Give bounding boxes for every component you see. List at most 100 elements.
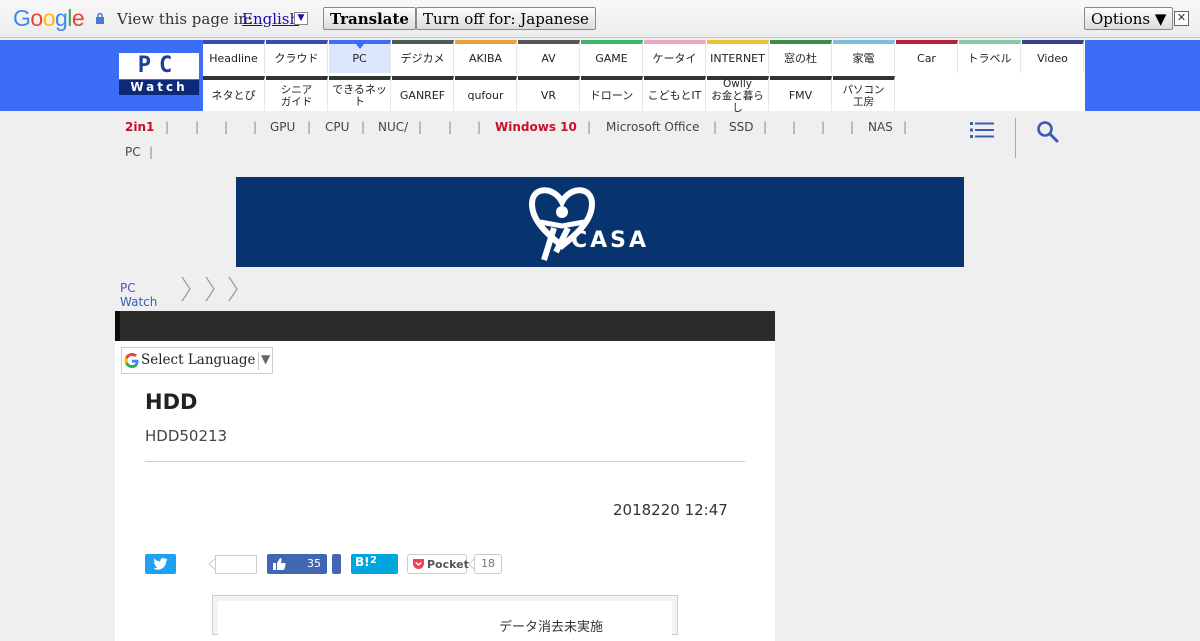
pocket-button[interactable]: Pocket	[407, 554, 469, 574]
separator: |	[713, 120, 718, 134]
nav-tab-row2-7[interactable]: こどもとIT	[644, 76, 706, 111]
nav-tab-row2-0[interactable]: ネタとぴ	[203, 76, 265, 111]
language-select-label: Select Language	[141, 352, 256, 368]
nav-tab-label: GANREF	[399, 88, 446, 102]
nav-tab-row2-2[interactable]: できるネット	[329, 76, 391, 111]
article-title: HDD	[145, 390, 198, 414]
options-button[interactable]: Options ▼	[1084, 7, 1174, 30]
topic-2in1[interactable]: 2in1	[125, 120, 154, 134]
nav-tab-label: Car	[917, 51, 936, 65]
nav-tab-8[interactable]: INTERNET	[707, 40, 769, 73]
nav-tab-label: AV	[541, 51, 556, 65]
nav-tab-row2-6[interactable]: ドローン	[581, 76, 643, 111]
category-nav: Headline クラウド PC デジカメ AKIBA AV GAME ケータイ INTERNE…	[203, 40, 1085, 114]
topic-gpu[interactable]: GPU	[270, 120, 295, 134]
google-g-icon	[124, 353, 139, 368]
translate-bar: Google View this page in: English ▼ Tran…	[0, 0, 1200, 38]
nav-tab-label: VR	[540, 88, 557, 102]
nav-tab-label: ケータイ	[652, 51, 697, 65]
close-icon[interactable]: ✕	[1174, 11, 1189, 26]
nav-tab-13[interactable]: Video	[1022, 40, 1084, 73]
menu-icon[interactable]	[970, 120, 994, 140]
turn-off-button[interactable]: Turn off for: Japanese	[416, 7, 596, 30]
nav-tab-5[interactable]: AV	[518, 40, 580, 73]
thumbs-up-icon	[273, 558, 286, 570]
twitter-share-button[interactable]	[145, 554, 176, 574]
separator: |	[253, 120, 258, 134]
divider	[1015, 118, 1016, 158]
breadcrumb-home[interactable]: PC Watch	[120, 281, 157, 309]
breadcrumb-chevron-icon	[205, 276, 215, 302]
translate-button[interactable]: Translate	[323, 7, 416, 30]
topic-nuc[interactable]: NUC/	[378, 120, 408, 134]
search-icon[interactable]	[1036, 120, 1060, 144]
nav-tab-row2-5[interactable]: VR	[518, 76, 580, 111]
topic-ssd[interactable]: SSD	[729, 120, 753, 134]
separator: |	[307, 120, 312, 134]
article-image[interactable]	[218, 601, 672, 636]
like-count: 35	[307, 557, 321, 570]
nav-tab-row2-3[interactable]: GANREF	[392, 76, 454, 111]
separator: |	[165, 120, 170, 134]
breadcrumb-chevron-icon	[228, 276, 238, 302]
topic-pc[interactable]: PC	[125, 145, 141, 159]
nav-tab-7[interactable]: ケータイ	[644, 40, 706, 73]
share-count-bubble	[215, 555, 257, 574]
nav-tab-4[interactable]: AKIBA	[455, 40, 517, 73]
separator: |	[448, 120, 453, 134]
google-logo: Google	[13, 5, 85, 31]
twitter-icon	[153, 558, 168, 570]
separator: |	[224, 120, 229, 134]
logo-pc-text: PC	[119, 53, 199, 79]
hatena-label: B!	[355, 555, 370, 569]
separator: |	[149, 145, 154, 159]
nav-tab-label: Owlly お金と暮らし	[711, 77, 764, 114]
separator: |	[850, 120, 855, 134]
separator: |	[763, 120, 768, 134]
language-dropdown-icon[interactable]: ▼	[294, 12, 308, 25]
nav-tab-label: qufour	[467, 88, 504, 102]
nav-tab-label: INTERNET	[710, 51, 765, 65]
nav-tab-12[interactable]: トラベル	[959, 40, 1021, 73]
language-select[interactable]: Select Language ▼	[121, 347, 273, 374]
topic-cpu[interactable]: CPU	[325, 120, 349, 134]
nav-tab-label: 窓の杜	[784, 51, 817, 65]
hatena-count: 2	[370, 555, 377, 566]
topic-office[interactable]: Microsoft Office	[606, 120, 699, 134]
nav-tab-label: クラウド	[274, 51, 319, 65]
lock-icon	[96, 12, 104, 24]
nav-tab-label: Video	[1037, 51, 1068, 65]
nav-tab-6[interactable]: GAME	[581, 40, 643, 73]
nav-tab-0[interactable]: Headline	[203, 40, 265, 73]
banner-brand: CASA	[571, 228, 650, 253]
pocket-label: Pocket	[427, 558, 469, 571]
separator: |	[195, 120, 200, 134]
nav-tab-label: できるネット	[332, 82, 387, 108]
nav-tab-2[interactable]: PC	[329, 40, 391, 73]
nav-tab-row2-10[interactable]: パソコン 工房	[833, 76, 895, 111]
nav-tab-label: 家電	[852, 51, 875, 65]
topic-nas[interactable]: NAS	[868, 120, 893, 134]
separator: |	[477, 120, 482, 134]
facebook-more-button[interactable]	[332, 554, 341, 574]
nav-tab-row2-9[interactable]: FMV	[770, 76, 832, 111]
site-logo[interactable]: PC Watch	[119, 53, 199, 95]
separator: |	[418, 120, 423, 134]
nav-tab-3[interactable]: デジカメ	[392, 40, 454, 73]
nav-tab-11[interactable]: Car	[896, 40, 958, 73]
nav-tab-row2-4[interactable]: qufour	[455, 76, 517, 111]
nav-tab-label: デジカメ	[400, 51, 445, 65]
nav-tab-10[interactable]: 家電	[833, 40, 895, 73]
nav-tab-9[interactable]: 窓の杜	[770, 40, 832, 73]
active-tab-arrow-icon	[356, 44, 364, 49]
hatena-bookmark-button[interactable]: B! 2	[351, 554, 398, 574]
topic-windows10[interactable]: Windows 10	[495, 120, 577, 134]
nav-tab-label: ネタとぴ	[211, 88, 256, 102]
facebook-like-button[interactable]: 35	[267, 554, 327, 574]
nav-tab-1[interactable]: クラウド	[266, 40, 328, 73]
banner-ad[interactable]: CASA	[236, 177, 964, 267]
language-link[interactable]: English	[242, 10, 299, 28]
nav-tab-row2-8[interactable]: Owlly お金と暮らし	[707, 76, 769, 114]
nav-tab-row2-1[interactable]: シニア ガイド	[266, 76, 328, 111]
divider	[145, 461, 745, 462]
